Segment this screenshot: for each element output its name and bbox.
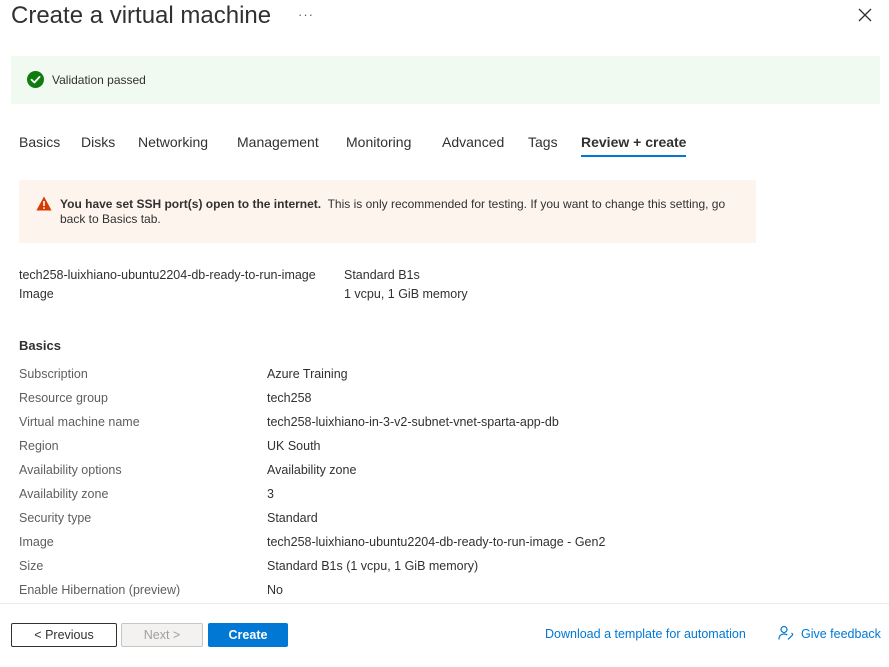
detail-key: Subscription xyxy=(19,367,88,381)
tab-tags[interactable]: Tags xyxy=(528,134,558,150)
detail-key: Enable Hibernation (preview) xyxy=(19,583,181,597)
check-circle-icon xyxy=(27,71,44,88)
summary-size-name: Standard B1s xyxy=(344,268,420,282)
detail-value: tech258-luixhiano-in-3-v2-subnet-vnet-sp… xyxy=(267,415,559,429)
validation-text: Validation passed xyxy=(52,73,146,87)
tab-monitoring[interactable]: Monitoring xyxy=(346,134,411,150)
detail-row: Security type Standard xyxy=(19,511,879,535)
detail-value: Azure Training xyxy=(267,367,348,381)
warning-text: You have set SSH port(s) open to the int… xyxy=(60,197,740,227)
detail-key: Image xyxy=(19,535,54,549)
detail-value: Standard B1s (1 vcpu, 1 GiB memory) xyxy=(267,559,479,573)
footer: < Previous Next > Create Download a temp… xyxy=(0,603,889,667)
summary-image-label: Image xyxy=(19,287,54,301)
detail-row: Availability zone 3 xyxy=(19,487,879,511)
detail-row: Region UK South xyxy=(19,439,879,463)
next-button[interactable]: Next > xyxy=(121,623,203,647)
detail-key: Region xyxy=(19,439,59,453)
detail-value: 3 xyxy=(267,487,274,501)
detail-key: Security type xyxy=(19,511,92,525)
detail-value: No xyxy=(267,583,283,597)
download-template-link[interactable]: Download a template for automation xyxy=(545,627,746,641)
tab-management[interactable]: Management xyxy=(237,134,319,150)
detail-row: Subscription Azure Training xyxy=(19,367,879,391)
feedback-person-icon xyxy=(778,625,794,640)
detail-key: Size xyxy=(19,559,44,573)
previous-button[interactable]: < Previous xyxy=(11,623,117,647)
summary-size-detail: 1 vcpu, 1 GiB memory xyxy=(344,287,468,301)
header: Create a virtual machine ··· xyxy=(0,0,889,40)
summary-image-name: tech258-luixhiano-ubuntu2204-db-ready-to… xyxy=(19,268,316,282)
section-title-basics: Basics xyxy=(19,338,61,353)
detail-key: Resource group xyxy=(19,391,108,405)
detail-row: Virtual machine name tech258-luixhiano-i… xyxy=(19,415,879,439)
detail-row: Size Standard B1s (1 vcpu, 1 GiB memory) xyxy=(19,559,879,583)
detail-row: Availability options Availability zone xyxy=(19,463,879,487)
warning-banner: You have set SSH port(s) open to the int… xyxy=(19,180,756,243)
detail-value: tech258-luixhiano-ubuntu2204-db-ready-to… xyxy=(267,535,606,549)
tab-networking[interactable]: Networking xyxy=(138,134,208,150)
detail-value: tech258 xyxy=(267,391,312,405)
tab-basics[interactable]: Basics xyxy=(19,134,60,150)
validation-banner: Validation passed xyxy=(11,56,880,104)
give-feedback-label: Give feedback xyxy=(801,627,881,641)
warning-icon xyxy=(36,196,52,211)
tab-disks[interactable]: Disks xyxy=(81,134,115,150)
warning-bold-text: You have set SSH port(s) open to the int… xyxy=(60,197,322,211)
tab-advanced[interactable]: Advanced xyxy=(442,134,504,150)
detail-row: Image tech258-luixhiano-ubuntu2204-db-re… xyxy=(19,535,879,559)
detail-row: Resource group tech258 xyxy=(19,391,879,415)
more-options-icon[interactable]: ··· xyxy=(298,7,314,22)
detail-key: Availability zone xyxy=(19,487,109,501)
page-title: Create a virtual machine xyxy=(11,2,272,29)
detail-key: Availability options xyxy=(19,463,122,477)
detail-value: Availability zone xyxy=(267,463,357,477)
detail-value: Standard xyxy=(267,511,318,525)
detail-value: UK South xyxy=(267,439,321,453)
close-icon[interactable] xyxy=(856,6,874,24)
tab-review-create[interactable]: Review + create xyxy=(581,134,687,157)
detail-key: Virtual machine name xyxy=(19,415,140,429)
create-button[interactable]: Create xyxy=(208,623,288,647)
